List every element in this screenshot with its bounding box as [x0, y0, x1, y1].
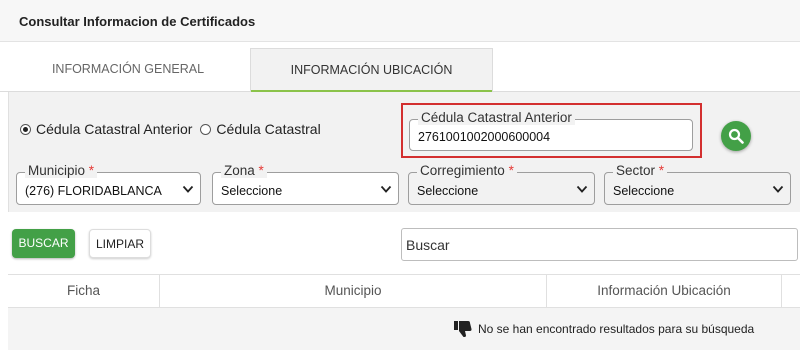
tab-informacion-general[interactable]: INFORMACIÓN GENERAL [8, 48, 248, 92]
tab-informacion-ubicacion[interactable]: INFORMACIÓN UBICACIÓN [250, 48, 493, 93]
title-bar: Consultar Informacion de Certificados [0, 0, 800, 42]
column-header-informacion-ubicacion[interactable]: Información Ubicación [547, 275, 782, 308]
corregimiento-value: Seleccione [417, 184, 479, 198]
chevron-down-icon [182, 185, 194, 193]
municipio-select[interactable]: Municipio * (276) FLORIDABLANCA [16, 164, 201, 205]
chevron-down-icon [380, 185, 392, 193]
radio-cedula-catastral[interactable]: Cédula Catastral [200, 121, 321, 137]
thumbs-down-icon [454, 321, 472, 337]
zona-label: Zona * [221, 164, 267, 178]
municipio-value: (276) FLORIDABLANCA [25, 184, 162, 198]
radio-button[interactable] [200, 123, 212, 135]
empty-message-text: No se han encontrado resultados para su … [478, 322, 755, 336]
zona-value: Seleccione [221, 184, 283, 198]
cedula-value[interactable]: 2761001002000600004 [418, 130, 550, 144]
search-type-radio-group: Cédula Catastral Anterior Cédula Catastr… [20, 121, 329, 137]
tab-bar: INFORMACIÓN GENERAL INFORMACIÓN UBICACIÓ… [0, 42, 800, 93]
sector-select[interactable]: Sector * Seleccione [604, 164, 791, 205]
radio-cedula-catastral-anterior[interactable]: Cédula Catastral Anterior [20, 121, 192, 137]
buscar-button[interactable]: BUSCAR [12, 229, 75, 258]
limpiar-button[interactable]: LIMPIAR [89, 229, 151, 258]
magnifier-icon [728, 128, 744, 144]
page-title: Consultar Informacion de Certificados [19, 14, 256, 29]
radio-button-checked[interactable] [20, 123, 31, 135]
column-header-ficha[interactable]: Ficha [8, 275, 160, 308]
corregimiento-label: Corregimiento * [417, 164, 517, 178]
search-input[interactable] [401, 228, 798, 261]
radio-label: Cédula Catastral [216, 121, 321, 137]
sector-label: Sector * [613, 164, 668, 178]
radio-label: Cédula Catastral Anterior [36, 121, 193, 137]
corregimiento-select[interactable]: Corregimiento * Seleccione [408, 164, 595, 205]
sector-value: Seleccione [613, 184, 675, 198]
field-label: Cédula Catastral Anterior [418, 111, 575, 125]
column-header-municipio[interactable]: Municipio [160, 275, 547, 308]
municipio-label: Municipio * [25, 164, 98, 178]
chevron-down-icon [772, 185, 784, 193]
results-table-header: Ficha Municipio Información Ubicación [8, 274, 800, 308]
cedula-catastral-anterior-field[interactable]: Cédula Catastral Anterior 27610010020006… [409, 111, 693, 151]
chevron-down-icon [576, 185, 588, 193]
empty-results-message: No se han encontrado resultados para su … [453, 320, 754, 338]
search-button[interactable] [721, 121, 751, 151]
zona-select[interactable]: Zona * Seleccione [212, 164, 399, 205]
